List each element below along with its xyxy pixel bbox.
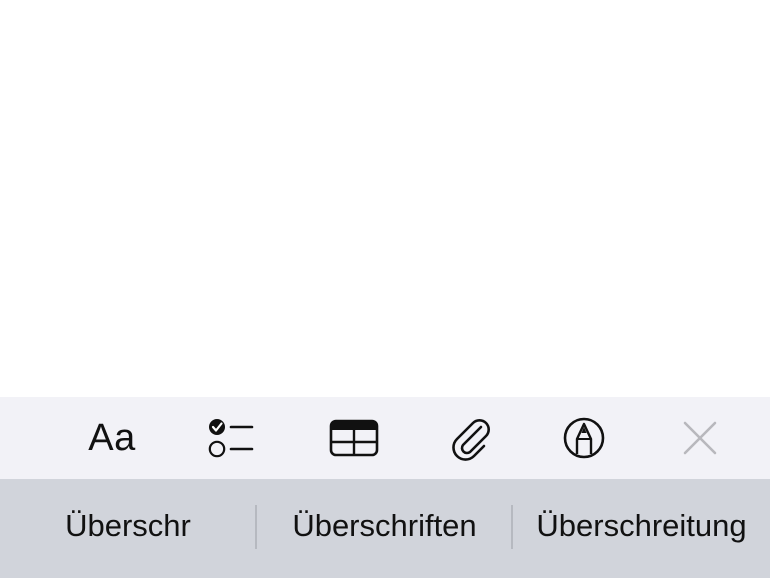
attachment-button[interactable] xyxy=(438,412,502,464)
checklist-icon xyxy=(208,419,254,458)
paperclip-icon xyxy=(452,419,490,461)
note-editor-area[interactable] xyxy=(0,0,770,397)
suggestion-item[interactable]: Überschr xyxy=(0,479,256,573)
markup-button[interactable] xyxy=(552,412,616,464)
text-format-icon: Aa xyxy=(88,417,136,459)
text-format-button[interactable]: Aa xyxy=(80,412,144,464)
suggestion-item[interactable]: Überschriften xyxy=(257,479,512,573)
markup-pen-icon xyxy=(563,417,605,459)
notes-screen: Aa Überschr Überschriften Überschreitung xyxy=(0,0,770,578)
formatting-toolbar: Aa xyxy=(0,397,770,479)
autocorrect-suggestion-bar: Überschr Überschriften Überschreitung xyxy=(0,479,770,578)
checklist-button[interactable] xyxy=(200,412,264,464)
close-icon xyxy=(683,421,717,455)
table-button[interactable] xyxy=(322,412,386,464)
table-icon xyxy=(329,419,379,457)
close-button[interactable] xyxy=(668,412,732,464)
suggestion-item[interactable]: Überschreitung xyxy=(513,479,770,573)
